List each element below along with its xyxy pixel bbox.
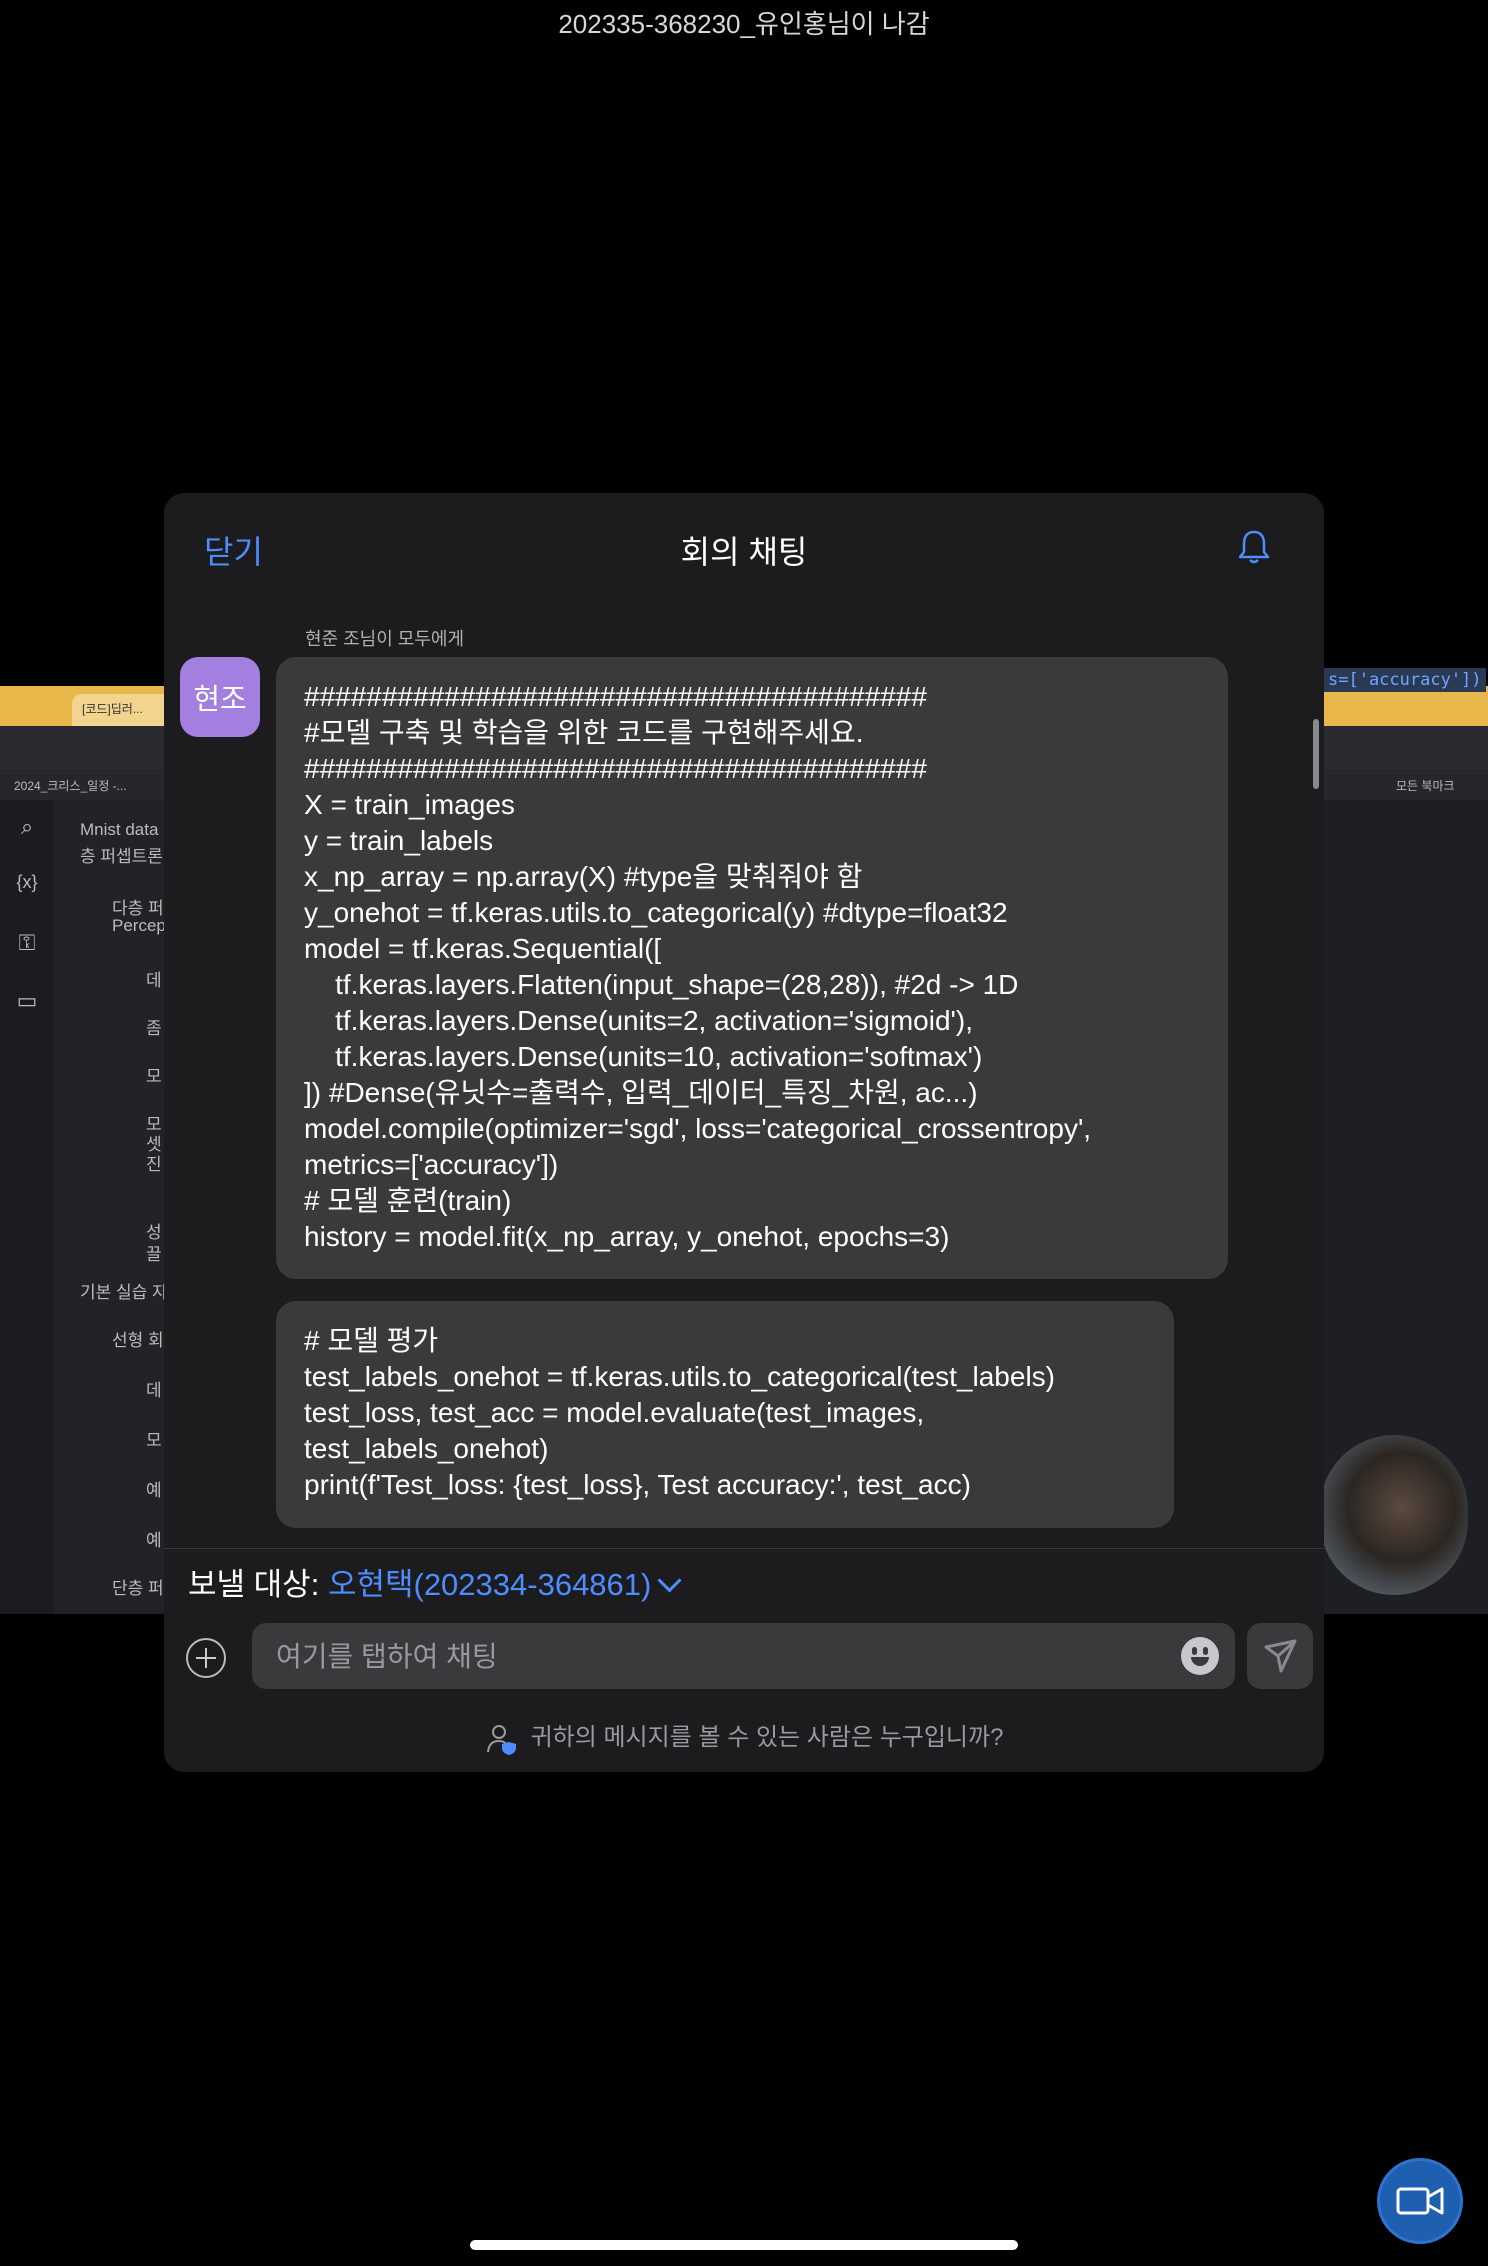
toc-item: 층 퍼셉트론 xyxy=(80,847,163,866)
scrollbar[interactable] xyxy=(1313,719,1319,789)
toc-item: Percep xyxy=(112,916,166,935)
avatar[interactable]: 현조 xyxy=(180,657,260,737)
chat-dialog: 회의 채팅 닫기 현준 조님이 모두에게 현조 ################… xyxy=(164,493,1324,1772)
notebook-sidebar: ⌕ {x} ⚿ ▭ xyxy=(0,800,54,1614)
bookmark-all: 모든 북마크 xyxy=(1396,779,1455,793)
dialog-header: 회의 채팅 닫기 xyxy=(164,493,1324,603)
visibility-info-text: 귀하의 메시지를 볼 수 있는 사람은 누구입니까? xyxy=(530,1724,1004,1751)
add-attachment-button[interactable] xyxy=(186,1638,226,1678)
toc-item: 끌 xyxy=(146,1245,162,1264)
toc-item: 데 xyxy=(146,1381,162,1400)
toc-item: 모 xyxy=(146,1431,162,1450)
toc-item: 예 xyxy=(146,1481,162,1500)
toc-item: 데 xyxy=(146,971,162,990)
toc-item: 기본 실습 자 xyxy=(80,1283,168,1302)
toc-item: 모 xyxy=(146,1067,162,1086)
sender-label: 현준 조님이 모두에게 xyxy=(305,629,465,649)
table-of-contents: Mnist data 층 퍼셉트론 다층 퍼 Percep 데 좀 모 모 셋 … xyxy=(54,800,168,1614)
toc-item: 진 xyxy=(146,1155,162,1174)
close-button[interactable]: 닫기 xyxy=(204,527,263,573)
bookmark-item: 2024_크리스_일정 -... xyxy=(14,779,127,793)
bell-icon[interactable] xyxy=(1234,527,1274,567)
emoji-icon[interactable] xyxy=(1181,1637,1219,1675)
message-text: ########################################… xyxy=(304,681,1092,1252)
code-snippet: s=['accuracy']) xyxy=(1324,668,1486,692)
divider xyxy=(164,1548,1324,1549)
toc-item: 예 xyxy=(146,1531,162,1550)
message-list[interactable]: 현준 조님이 모두에게 현조 #########################… xyxy=(164,603,1324,1543)
recipient-label: 보낼 대상: xyxy=(188,1567,320,1602)
search-icon: ⌕ xyxy=(20,814,34,839)
leave-notification: 202335-368230_유인홍님이 나감 xyxy=(558,9,930,39)
message-bubble[interactable]: ########################################… xyxy=(276,657,1228,1279)
message-bubble[interactable]: # 모델 평가 test_labels_onehot = tf.keras.ut… xyxy=(276,1301,1174,1528)
recipient-name[interactable]: 오현택(202334-364861) xyxy=(328,1567,651,1602)
folder-icon: ▭ xyxy=(16,988,38,1013)
chat-input-container[interactable] xyxy=(252,1623,1235,1691)
person-shield-icon xyxy=(486,1724,516,1755)
toc-item: 단층 퍼 xyxy=(112,1579,164,1598)
send-button[interactable] xyxy=(1247,1623,1313,1689)
dialog-title: 회의 채팅 xyxy=(680,534,808,570)
toc-item: Mnist data xyxy=(80,820,159,839)
home-indicator xyxy=(470,2240,1018,2250)
variables-icon: {x} xyxy=(16,872,38,892)
message-text: # 모델 평가 test_labels_onehot = tf.keras.ut… xyxy=(304,1325,1055,1500)
recipient-selector[interactable]: 보낼 대상: 오현택(202334-364861) xyxy=(188,1559,682,1604)
participant-video[interactable] xyxy=(1320,1435,1468,1595)
video-button[interactable] xyxy=(1377,2158,1463,2244)
visibility-info[interactable]: 귀하의 메시지를 볼 수 있는 사람은 누구입니까? xyxy=(164,1717,1324,1756)
toc-item: 좀 xyxy=(146,1019,162,1038)
chat-input[interactable] xyxy=(274,1623,1158,1691)
send-icon xyxy=(1264,1639,1297,1673)
chevron-down-icon[interactable] xyxy=(657,1568,682,1593)
key-icon: ⚿ xyxy=(18,930,36,955)
toc-item: 선형 회 xyxy=(112,1331,164,1350)
video-camera-icon xyxy=(1396,2187,1444,2215)
